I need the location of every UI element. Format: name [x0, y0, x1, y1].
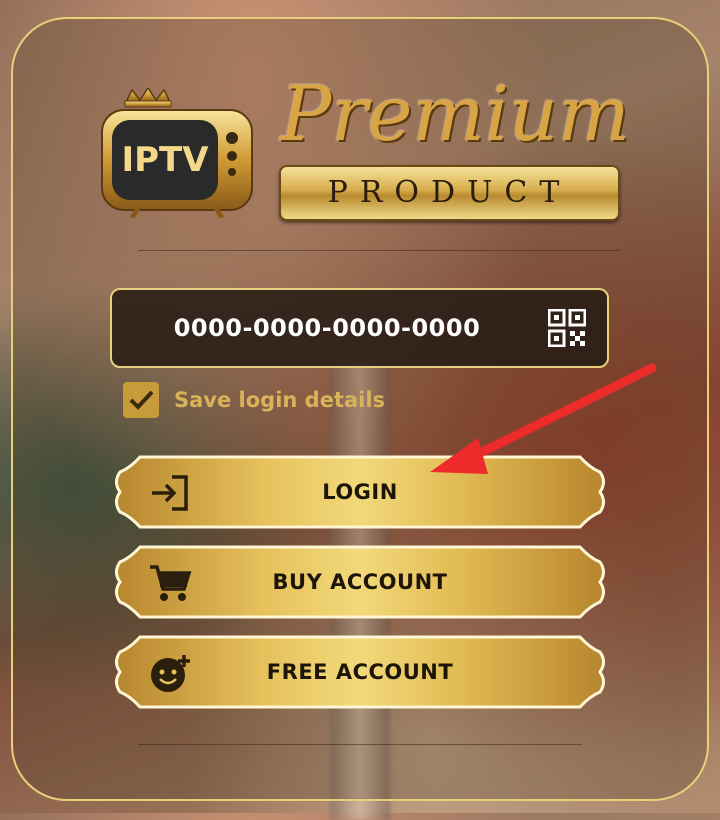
save-login-checkbox[interactable] — [123, 382, 159, 418]
free-account-button[interactable]: FREE ACCOUNT — [110, 634, 610, 710]
checkmark-icon — [129, 390, 154, 410]
logo-tv-text: IPTV — [121, 140, 209, 180]
qr-code-icon[interactable] — [548, 309, 586, 347]
buy-account-button-label: BUY ACCOUNT — [272, 570, 448, 594]
bottom-divider — [138, 744, 582, 745]
free-account-button-label: FREE ACCOUNT — [266, 660, 454, 684]
activation-code-field[interactable]: 0000-0000-0000-0000 — [110, 288, 609, 368]
logo-plaque: PRODUCT — [279, 165, 620, 221]
activation-code-value[interactable]: 0000-0000-0000-0000 — [112, 290, 542, 366]
iptv-logo: IPTV — [101, 88, 253, 218]
logo-script-text: Premium — [280, 69, 630, 158]
buy-account-button[interactable]: BUY ACCOUNT — [110, 544, 610, 620]
login-button[interactable]: LOGIN — [110, 454, 610, 530]
login-button-label: LOGIN — [322, 480, 398, 504]
save-login-label[interactable]: Save login details — [174, 384, 385, 416]
top-divider — [138, 250, 620, 251]
